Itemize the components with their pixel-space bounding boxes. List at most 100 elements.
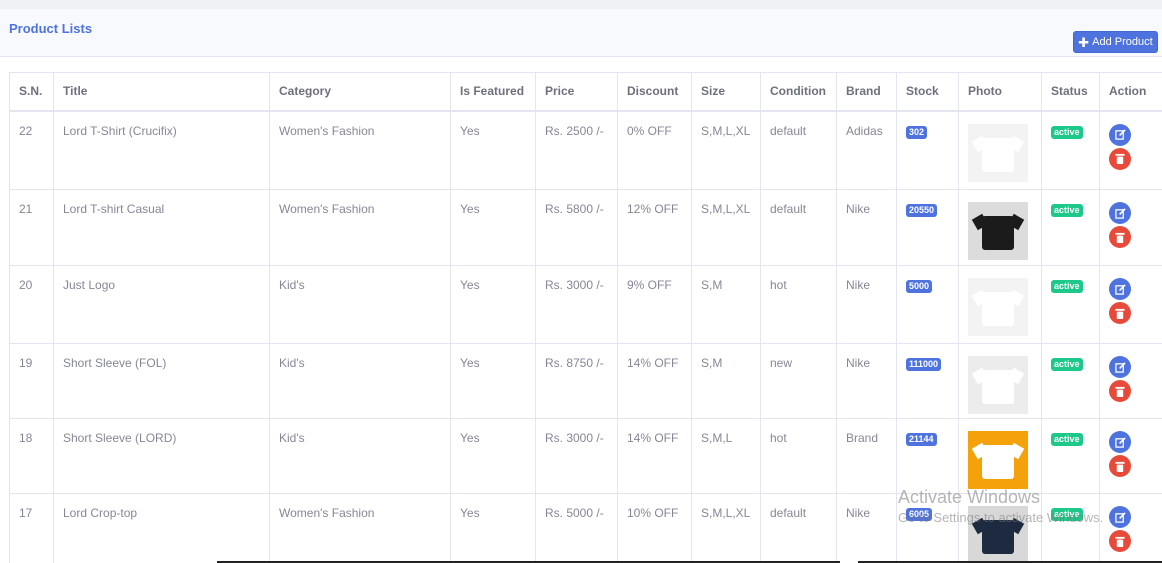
column-header[interactable]: Size [691,72,761,112]
edit-icon [1114,207,1126,219]
cell-stock: 21144 [896,418,959,494]
cell-status: active [1041,493,1100,563]
table-header-row: S.N. Title Category Is Featured Price Di… [9,72,1162,112]
product-table-container: S.N. Title Category Is Featured Price Di… [9,72,1162,563]
trash-icon [1115,386,1125,397]
cell-sn: 18 [9,418,54,494]
cell-category: Women's Fashion [269,110,451,190]
cell-condition: default [760,493,837,563]
cell-size: S,M,L,XL [691,189,761,266]
column-header[interactable]: Brand [836,72,897,112]
cell-stock: 111000 [896,343,959,419]
status-badge: active [1051,280,1083,293]
cell-title: Just Logo [53,265,270,344]
status-badge: active [1051,125,1083,139]
cell-price: Rs. 3000 /- [535,418,618,494]
edit-button[interactable] [1109,123,1131,146]
product-photo[interactable] [968,506,1028,563]
column-header[interactable]: Stock [896,72,959,112]
card-header: Product Lists ✚ Add Product [0,9,1162,57]
product-table: S.N. Title Category Is Featured Price Di… [9,72,1162,563]
cell-featured: Yes [450,265,536,344]
product-photo[interactable] [968,202,1028,260]
edit-icon [1114,129,1126,140]
cell-featured: Yes [450,189,536,266]
table-row: 20 Just Logo Kid's Yes Rs. 3000 /- 9% OFF S,M h… [9,265,1162,344]
stock-badge: 20550 [906,204,938,217]
delete-button[interactable] [1109,380,1131,402]
cell-featured: Yes [450,343,536,419]
cell-sn: 20 [9,265,54,344]
column-header[interactable]: Photo [958,72,1042,112]
trash-icon [1115,536,1125,547]
delete-button[interactable] [1109,147,1131,170]
edit-button[interactable] [1109,356,1131,378]
cell-size: S,M,L,XL [691,110,761,190]
cell-action [1099,189,1162,266]
cell-category: Women's Fashion [269,189,451,266]
column-header[interactable]: Price [535,72,618,112]
cell-discount: 9% OFF [617,265,692,344]
cell-discount: 10% OFF [617,493,692,563]
cell-photo [958,110,1042,190]
trash-icon [1115,308,1125,319]
cell-size: S,M,L,XL [691,493,761,563]
product-photo[interactable] [968,356,1028,414]
add-product-button[interactable]: ✚ Add Product [1073,31,1158,53]
cell-discount: 0% OFF [617,110,692,190]
column-header[interactable]: S.N. [9,72,54,112]
status-badge: active [1051,204,1083,217]
cell-brand: Nike [836,493,897,563]
edit-icon [1114,361,1126,373]
cell-action [1099,343,1162,419]
cell-condition: hot [760,418,837,494]
cell-title: Short Sleeve (LORD) [53,418,270,494]
column-header[interactable]: Title [53,72,270,112]
edit-button[interactable] [1109,506,1131,528]
product-photo[interactable] [968,278,1028,336]
cell-title: Lord T-Shirt (Crucifix) [53,110,270,190]
cell-photo [958,189,1042,266]
column-header[interactable]: Condition [760,72,837,112]
cell-discount: 14% OFF [617,418,692,494]
cell-price: Rs. 5000 /- [535,493,618,563]
cell-status: active [1041,189,1100,266]
cell-price: Rs. 3000 /- [535,265,618,344]
cell-category: Kid's [269,418,451,494]
cell-brand: Adidas [836,110,897,190]
edit-button[interactable] [1109,431,1131,453]
status-badge: active [1051,508,1083,521]
column-header[interactable]: Category [269,72,451,112]
cell-size: S,M [691,265,761,344]
cell-featured: Yes [450,110,536,190]
column-header[interactable]: Status [1041,72,1100,112]
edit-button[interactable] [1109,202,1131,224]
product-photo[interactable] [968,431,1028,489]
cell-stock: 302 [896,110,959,190]
table-row: 22 Lord T-Shirt (Crucifix) Women's Fashion… [9,110,1162,190]
stock-badge: 302 [906,125,928,139]
stock-badge: 21144 [906,433,937,446]
delete-button[interactable] [1109,226,1131,248]
delete-button[interactable] [1109,455,1131,477]
cell-action [1099,110,1162,190]
edit-button[interactable] [1109,278,1131,300]
cell-brand: Brand [836,418,897,494]
cell-discount: 12% OFF [617,189,692,266]
cell-title: Short Sleeve (FOL) [53,343,270,419]
product-photo[interactable] [968,123,1028,182]
cell-category: Kid's [269,265,451,344]
delete-button[interactable] [1109,302,1131,324]
column-header[interactable]: Discount [617,72,692,112]
table-row: 18 Short Sleeve (LORD) Kid's Yes Rs. 3000 /-… [9,418,1162,494]
cell-action [1099,418,1162,494]
stock-badge: 6005 [906,508,933,521]
cell-photo [958,343,1042,419]
cell-brand: Nike [836,265,897,344]
cell-brand: Nike [836,189,897,266]
column-header[interactable]: Action [1099,72,1162,112]
delete-button[interactable] [1109,530,1131,552]
column-header[interactable]: Is Featured [450,72,536,112]
page-title: Product Lists [9,21,93,36]
cell-discount: 14% OFF [617,343,692,419]
